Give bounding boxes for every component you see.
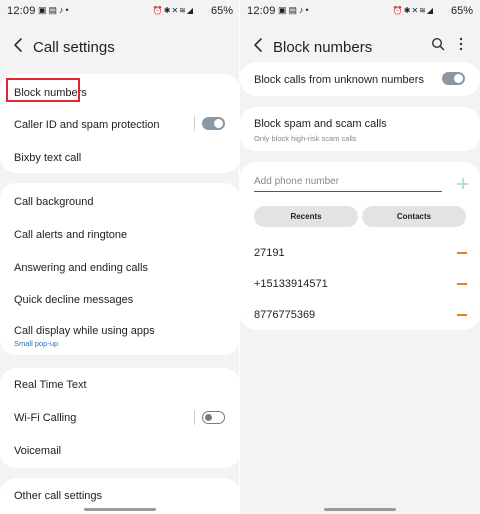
caller-id-toggle[interactable] — [202, 117, 225, 130]
app-bar: Call settings — [0, 30, 240, 60]
message-icon: ▤ — [48, 5, 60, 15]
battery-level: 65% — [210, 5, 233, 17]
call-background-item[interactable]: Call background — [14, 196, 94, 208]
blocked-number: 8776775369 — [254, 309, 316, 321]
notification-icons: ▣▤♪• — [38, 5, 71, 16]
wifi-calling-toggle[interactable] — [202, 411, 225, 424]
more-options-icon[interactable] — [458, 37, 464, 51]
remove-icon[interactable] — [457, 252, 467, 254]
answering-ending-item[interactable]: Answering and ending calls — [14, 262, 148, 274]
dot-icon: • — [305, 5, 311, 15]
call-display-sub: Small pop-up — [14, 339, 59, 348]
spam-sub: Only block high-risk scam calls — [254, 134, 357, 143]
notification-icons: ▣▤♪• — [278, 5, 311, 16]
signal-icon: ◢ — [426, 6, 434, 15]
search-icon[interactable] — [431, 37, 445, 51]
block-numbers-highlight — [6, 78, 80, 102]
status-time: 12:09 — [7, 5, 36, 17]
voicemail-item[interactable]: Voicemail — [14, 445, 61, 457]
settings-group-3: Real Time Text Wi-Fi Calling Voicemail — [0, 368, 240, 468]
blocked-number: 27191 — [254, 247, 285, 259]
contacts-button[interactable]: Contacts — [362, 206, 466, 227]
message-icon: ▤ — [288, 5, 300, 15]
page-title: Block numbers — [273, 39, 373, 56]
other-call-settings-item[interactable]: Other call settings — [14, 490, 102, 502]
rtt-item[interactable]: Real Time Text — [14, 379, 87, 391]
back-icon[interactable] — [10, 35, 28, 55]
input-underline — [254, 191, 442, 192]
call-display-item[interactable]: Call display while using apps — [14, 325, 155, 337]
block-unknown-card: Block calls from unknown numbers — [240, 62, 480, 96]
spam-card[interactable]: Block spam and scam calls Only block hig… — [240, 107, 480, 151]
bixby-text-call-item[interactable]: Bixby text call — [14, 152, 81, 164]
nav-handle[interactable] — [84, 508, 156, 511]
status-bar: 12:09 ▣▤♪• ⏰✱✕≋◢ 65% — [0, 0, 240, 22]
mute-icon: ✕ — [171, 6, 180, 15]
blocked-number: +15133914571 — [254, 278, 328, 290]
caller-id-item[interactable]: Caller ID and spam protection — [14, 119, 160, 131]
alarm-icon: ⏰ — [152, 6, 164, 15]
page-title: Call settings — [33, 39, 115, 56]
recents-button[interactable]: Recents — [254, 206, 358, 227]
divider — [194, 410, 195, 425]
call-alerts-item[interactable]: Call alerts and ringtone — [14, 229, 127, 241]
block-unknown-toggle[interactable] — [442, 72, 465, 85]
alarm-icon: ⏰ — [392, 6, 404, 15]
status-bar: 12:09 ▣▤♪• ⏰✱✕≋◢ 65% — [240, 0, 480, 22]
nav-handle[interactable] — [324, 508, 396, 511]
block-unknown-label: Block calls from unknown numbers — [254, 74, 424, 86]
photo-icon: ▣ — [38, 5, 49, 15]
system-icons: ⏰✱✕≋◢ — [153, 6, 194, 15]
add-icon[interactable] — [457, 178, 468, 189]
mute-icon: ✕ — [411, 6, 420, 15]
photo-icon: ▣ — [278, 5, 289, 15]
spam-label: Block spam and scam calls — [254, 118, 387, 130]
quick-decline-item[interactable]: Quick decline messages — [14, 294, 133, 306]
lte-icon: ≋ — [419, 6, 427, 15]
remove-icon[interactable] — [457, 283, 467, 285]
battery-level: 65% — [450, 5, 473, 17]
status-time: 12:09 — [247, 5, 276, 17]
blocked-list-card: Add phone number Recents Contacts 27191 … — [240, 162, 480, 330]
settings-group-2: Call background Call alerts and ringtone… — [0, 183, 240, 355]
add-phone-input[interactable]: Add phone number — [254, 176, 339, 187]
wifi-calling-item[interactable]: Wi-Fi Calling — [14, 412, 76, 424]
call-settings-screen: 12:09 ▣▤♪• ⏰✱✕≋◢ 65% Call settings Block… — [0, 0, 240, 514]
signal-icon: ◢ — [186, 6, 194, 15]
app-bar: Block numbers — [240, 30, 480, 60]
dot-icon: • — [65, 5, 71, 15]
back-icon[interactable] — [250, 35, 268, 55]
divider — [194, 116, 195, 131]
remove-icon[interactable] — [457, 314, 467, 316]
system-icons: ⏰✱✕≋◢ — [393, 6, 434, 15]
block-numbers-screen: 12:09 ▣▤♪• ⏰✱✕≋◢ 65% Block numbers Block… — [240, 0, 480, 514]
lte-icon: ≋ — [179, 6, 187, 15]
